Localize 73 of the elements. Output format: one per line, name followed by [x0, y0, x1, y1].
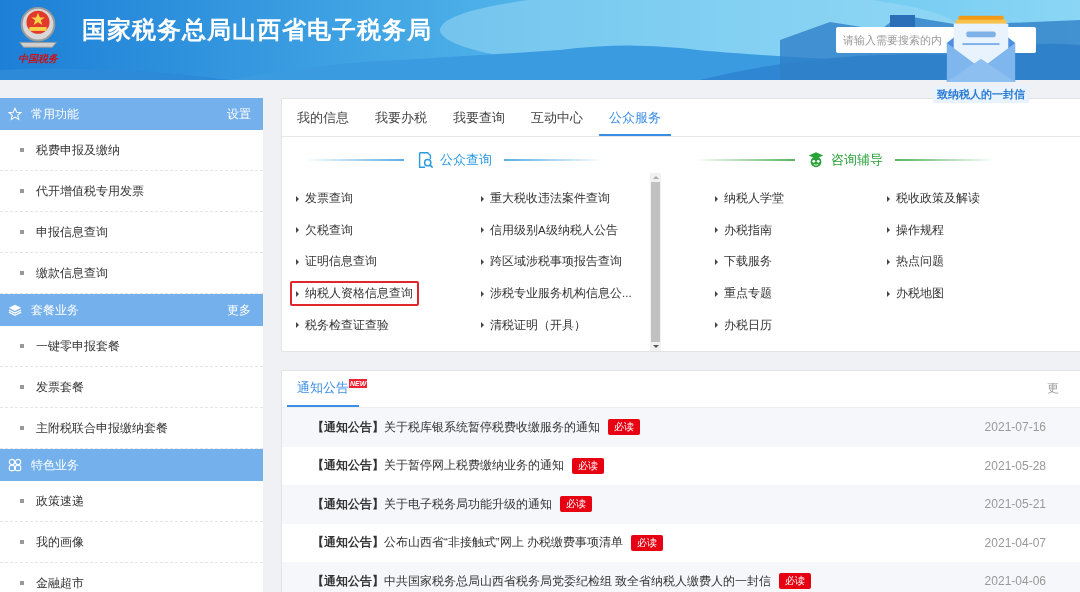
- sidebar-item[interactable]: 缴款信息查询: [36, 264, 108, 282]
- notice-category: 【通知公告】: [312, 535, 384, 551]
- scrollbar[interactable]: [650, 173, 661, 351]
- notice-row[interactable]: 【通知公告】关于电子税务局功能升级的通知 必读 2021-05-21: [282, 485, 1080, 524]
- notice-title[interactable]: 中共国家税务总局山西省税务局党委纪检组 致全省纳税人缴费人的一封信: [384, 573, 772, 589]
- must-read-tag: 必读: [630, 534, 663, 551]
- tab[interactable]: 互动中心: [521, 99, 593, 136]
- sidebar-item[interactable]: 金融超市: [36, 574, 84, 592]
- must-read-tag: 必读: [560, 496, 592, 513]
- service-link[interactable]: 纳税人资格信息查询: [290, 281, 419, 307]
- notice-date: 2021-05-21: [984, 497, 1046, 512]
- service-link[interactable]: 纳税人学堂: [709, 186, 790, 212]
- service-link[interactable]: 跨区域涉税事项报告查询: [475, 249, 628, 275]
- logo-caption: 中国税务: [18, 52, 58, 66]
- notice-date: 2021-07-16: [984, 420, 1046, 435]
- service-link[interactable]: 办税指南: [709, 217, 778, 243]
- service-link[interactable]: 办税地图: [881, 281, 950, 307]
- notice-category: 【通知公告】: [312, 458, 384, 474]
- letter-link[interactable]: 致纳税人的一封信: [933, 86, 1029, 103]
- must-read-tag: 必读: [608, 419, 640, 436]
- service-link[interactable]: 办税日历: [709, 312, 778, 338]
- service-link[interactable]: 下载服务: [709, 249, 778, 275]
- sidebar-item[interactable]: 主附税联合申报缴纳套餐: [36, 419, 168, 437]
- notice-date: 2021-04-06: [984, 574, 1046, 589]
- sidebar-section-title: 常用功能: [31, 105, 80, 123]
- notice-row[interactable]: 【通知公告】中共国家税务总局山西省税务局党委纪检组 致全省纳税人缴费人的一封信 必读 2021-04-06: [282, 562, 1080, 592]
- notice-row[interactable]: 【通知公告】关于税库银系统暂停税费收缴服务的通知 必读 2021-07-16: [282, 408, 1080, 447]
- notice-title[interactable]: 关于税库银系统暂停税费收缴服务的通知: [384, 419, 600, 435]
- must-read-tag: 必读: [572, 457, 604, 474]
- notice-title[interactable]: 公布山西省“非接触式”网上 办税缴费事项清单: [384, 535, 623, 551]
- notice-date: 2021-05-28: [984, 458, 1046, 473]
- notice-row[interactable]: 【通知公告】关于暂停网上税费缴纳业务的通知 必读 2021-05-28: [282, 446, 1080, 485]
- sidebar-item[interactable]: 发票套餐: [36, 378, 84, 396]
- sidebar-section-title: 套餐业务: [31, 301, 80, 319]
- sidebar-item[interactable]: 政策速递: [36, 492, 84, 510]
- service-link[interactable]: 重点专题: [709, 281, 778, 307]
- service-link[interactable]: 税收政策及解读: [881, 186, 986, 212]
- service-link[interactable]: 证明信息查询: [290, 249, 383, 275]
- sidebar-item[interactable]: 一键零申报套餐: [36, 337, 120, 355]
- graduate-icon: [807, 151, 825, 169]
- service-link[interactable]: 信用级别A级纳税人公告: [475, 217, 624, 243]
- notice-row[interactable]: 【通知公告】公布山西省“非接触式”网上 办税缴费事项清单 必读 2021-04-07: [282, 523, 1080, 562]
- service-link[interactable]: 清税证明（开具）: [475, 312, 592, 338]
- sidebar-item[interactable]: 我的画像: [36, 533, 84, 551]
- service-link[interactable]: 热点问题: [881, 249, 950, 275]
- search-document-icon: [416, 151, 434, 169]
- section-title: 咨询辅导: [831, 151, 883, 169]
- sidebar-item[interactable]: 税费申报及缴纳: [36, 141, 120, 159]
- service-link[interactable]: 操作规程: [881, 217, 950, 243]
- tab[interactable]: 我要查询: [443, 99, 515, 136]
- must-read-tag: 必读: [779, 573, 812, 590]
- notice-category: 【通知公告】: [312, 573, 384, 589]
- sidebar-item[interactable]: 申报信息查询: [36, 223, 108, 241]
- tab[interactable]: 我的信息: [287, 99, 359, 136]
- tab[interactable]: 公众服务: [599, 99, 671, 136]
- service-link[interactable]: 税务检查证查验: [290, 312, 395, 338]
- tab[interactable]: 我要办税: [365, 99, 437, 136]
- notice-title[interactable]: 关于电子税务局功能升级的通知: [384, 496, 552, 512]
- notice-title[interactable]: 关于暂停网上税费缴纳业务的通知: [384, 458, 564, 474]
- service-link[interactable]: 发票查询: [290, 186, 359, 212]
- star-icon: [8, 107, 22, 121]
- sidebar-item[interactable]: 代开增值税专用发票: [36, 182, 144, 200]
- layers-icon: [8, 303, 22, 317]
- service-link[interactable]: 涉税专业服务机构信息公...: [475, 281, 638, 307]
- grid-icon: [8, 458, 22, 472]
- service-link[interactable]: 重大税收违法案件查询: [475, 186, 616, 212]
- notice-category: 【通知公告】: [312, 496, 384, 512]
- site-title: 国家税务总局山西省电子税务局: [82, 15, 432, 45]
- service-link[interactable]: 欠税查询: [290, 217, 359, 243]
- section-title: 公众查询: [440, 151, 492, 169]
- notice-date: 2021-04-07: [984, 535, 1046, 550]
- notice-category: 【通知公告】: [312, 419, 384, 435]
- sidebar-section-title: 特色业务: [31, 456, 80, 474]
